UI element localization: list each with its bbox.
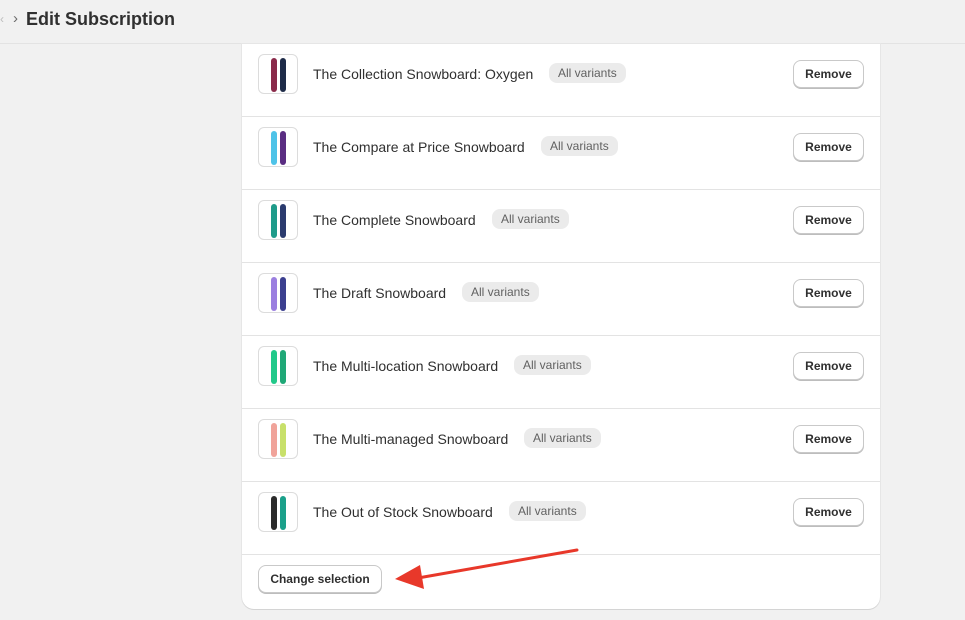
breadcrumb-chevron-icon: › [13,10,18,27]
product-thumbnail-image [258,127,298,167]
product-name: The Compare at Price Snowboard [313,139,525,155]
product-name: The Multi-managed Snowboard [313,431,509,447]
remove-button[interactable]: Remove [793,133,864,161]
product-thumbnail-image [258,54,298,94]
product-list-card: The Collection Snowboard: Oxygen All vari… [242,44,880,609]
remove-button[interactable]: Remove [793,352,864,380]
annotation-arrowhead [395,565,424,589]
variants-badge: All variants [549,63,626,83]
change-selection-button[interactable]: Change selection [258,565,382,593]
variants-badge: All variants [509,501,586,521]
remove-button[interactable]: Remove [793,279,864,307]
product-name: The Draft Snowboard [313,285,447,301]
annotation-arrow-shaft [416,548,579,580]
remove-button[interactable]: Remove [793,206,864,234]
page-title: Edit Subscription [26,9,176,29]
product-row: The Complete Snowboard All variants Remove [242,190,880,263]
product-name: The Multi-location Snowboard [313,358,499,374]
variants-badge: All variants [462,282,539,302]
product-thumbnail-image [258,346,298,386]
product-thumbnail-image [258,492,298,532]
remove-button[interactable]: Remove [793,498,864,526]
product-thumbnail-image [258,273,298,313]
product-row: The Compare at Price Snowboard All varian… [242,117,880,190]
variants-badge: All variants [514,355,591,375]
product-row: The Draft Snowboard All variants Remove [242,263,880,336]
variants-badge: All variants [541,136,618,156]
annotation-arrow [395,548,579,589]
remove-button[interactable]: Remove [793,425,864,453]
product-row: The Multi-location Snowboard All variants… [242,336,880,409]
remove-button[interactable]: Remove [793,60,864,88]
product-thumbnail-image [258,419,298,459]
product-thumbnail-image [258,200,298,240]
top-bar: ‹ › Edit Subscription [0,0,965,44]
back-arrow-icon[interactable]: ‹ [0,12,6,26]
product-name: The Complete Snowboard [313,212,476,228]
product-row: The Collection Snowboard: Oxygen All vari… [242,44,880,117]
variants-badge: All variants [524,428,601,448]
product-name: The Out of Stock Snowboard [313,504,493,520]
product-row: The Multi-managed Snowboard All variants R… [242,409,880,482]
product-name: The Collection Snowboard: Oxygen [313,66,534,82]
variants-badge: All variants [492,209,569,229]
